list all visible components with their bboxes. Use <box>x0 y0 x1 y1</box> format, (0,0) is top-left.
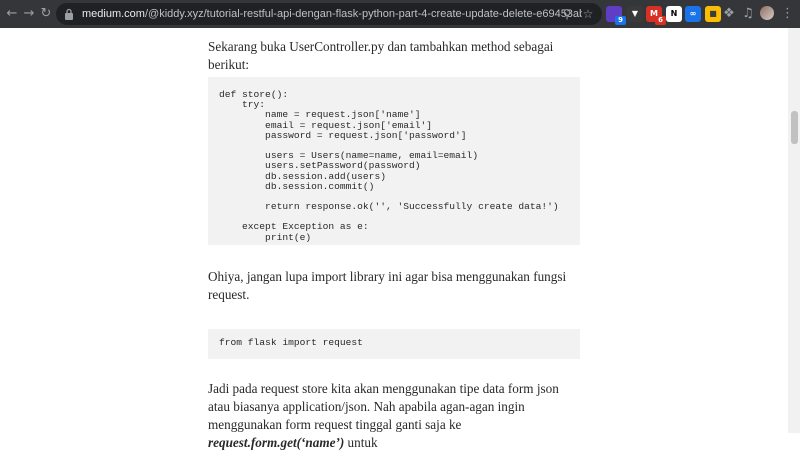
url-path: /@kiddy.xyz/tutorial-restful-api-dengan-… <box>144 8 582 20</box>
notion-extension-icon[interactable]: N <box>666 6 682 22</box>
gmail-extension-icon[interactable]: M6 <box>646 6 666 25</box>
paragraph-text-end: untuk <box>344 435 378 450</box>
extension-icon[interactable]: 9 <box>606 6 626 25</box>
code-block-import: from flask import request <box>208 329 580 359</box>
extension-badge: 9 <box>615 16 626 25</box>
media-control-icon[interactable]: ♫ <box>740 6 756 22</box>
bookmark-star-icon[interactable]: ☆ <box>580 6 596 22</box>
more-menu-icon[interactable]: ⋮ <box>781 6 794 22</box>
code-line-import: from flask import request <box>219 337 363 348</box>
code-lines: def store(): try: name = request.json['n… <box>219 89 559 243</box>
address-bar[interactable]: medium.com/@kiddy.xyz/tutorial-restful-a… <box>56 3 602 25</box>
profile-avatar[interactable] <box>760 6 774 20</box>
code-line: users.setPassword(password) <box>219 160 421 172</box>
scrollbar-thumb[interactable] <box>791 111 798 144</box>
url-text[interactable]: medium.com/@kiddy.xyz/tutorial-restful-a… <box>82 3 582 25</box>
scrollbar-track[interactable] <box>788 28 800 433</box>
infinity-extension-icon[interactable]: ∞ <box>685 6 701 22</box>
forward-icon[interactable]: → <box>21 6 37 22</box>
code-line: return response.ok('', 'Successfully cre… <box>219 201 559 213</box>
reload-icon[interactable]: ↻ <box>38 6 54 22</box>
lock-icon[interactable] <box>64 8 74 20</box>
code-line: db.session.commit() <box>219 180 375 192</box>
paragraph-request-store: Jadi pada request store kita akan menggu… <box>208 380 580 452</box>
extensions-puzzle-icon[interactable]: ❖ <box>721 6 737 22</box>
search-icon[interactable]: ⚲ <box>559 6 575 22</box>
url-host: medium.com <box>82 8 145 20</box>
back-icon[interactable]: ← <box>4 6 20 22</box>
browser-toolbar: ← → ↻ medium.com/@kiddy.xyz/tutorial-res… <box>0 0 800 28</box>
code-line: def store(): <box>219 89 289 100</box>
gmail-badge: 6 <box>655 16 666 25</box>
paragraph-intro: Sekarang buka UserController.py dan tamb… <box>208 39 554 72</box>
emphasized-code: request.form.get(‘name’) <box>208 435 345 450</box>
vivaldi-extension-icon[interactable]: ▼ <box>627 6 643 22</box>
keep-extension-icon[interactable]: ■ <box>705 6 721 22</box>
code-line: password = request.json['password'] <box>219 129 467 141</box>
paragraph-import-note: Ohiya, jangan lupa import library ini ag… <box>208 269 567 302</box>
code-line: print(e) <box>219 231 312 243</box>
code-block-store: def store(): try: name = request.json['n… <box>208 77 580 245</box>
paragraph-text: Jadi pada request store kita akan menggu… <box>208 381 559 432</box>
